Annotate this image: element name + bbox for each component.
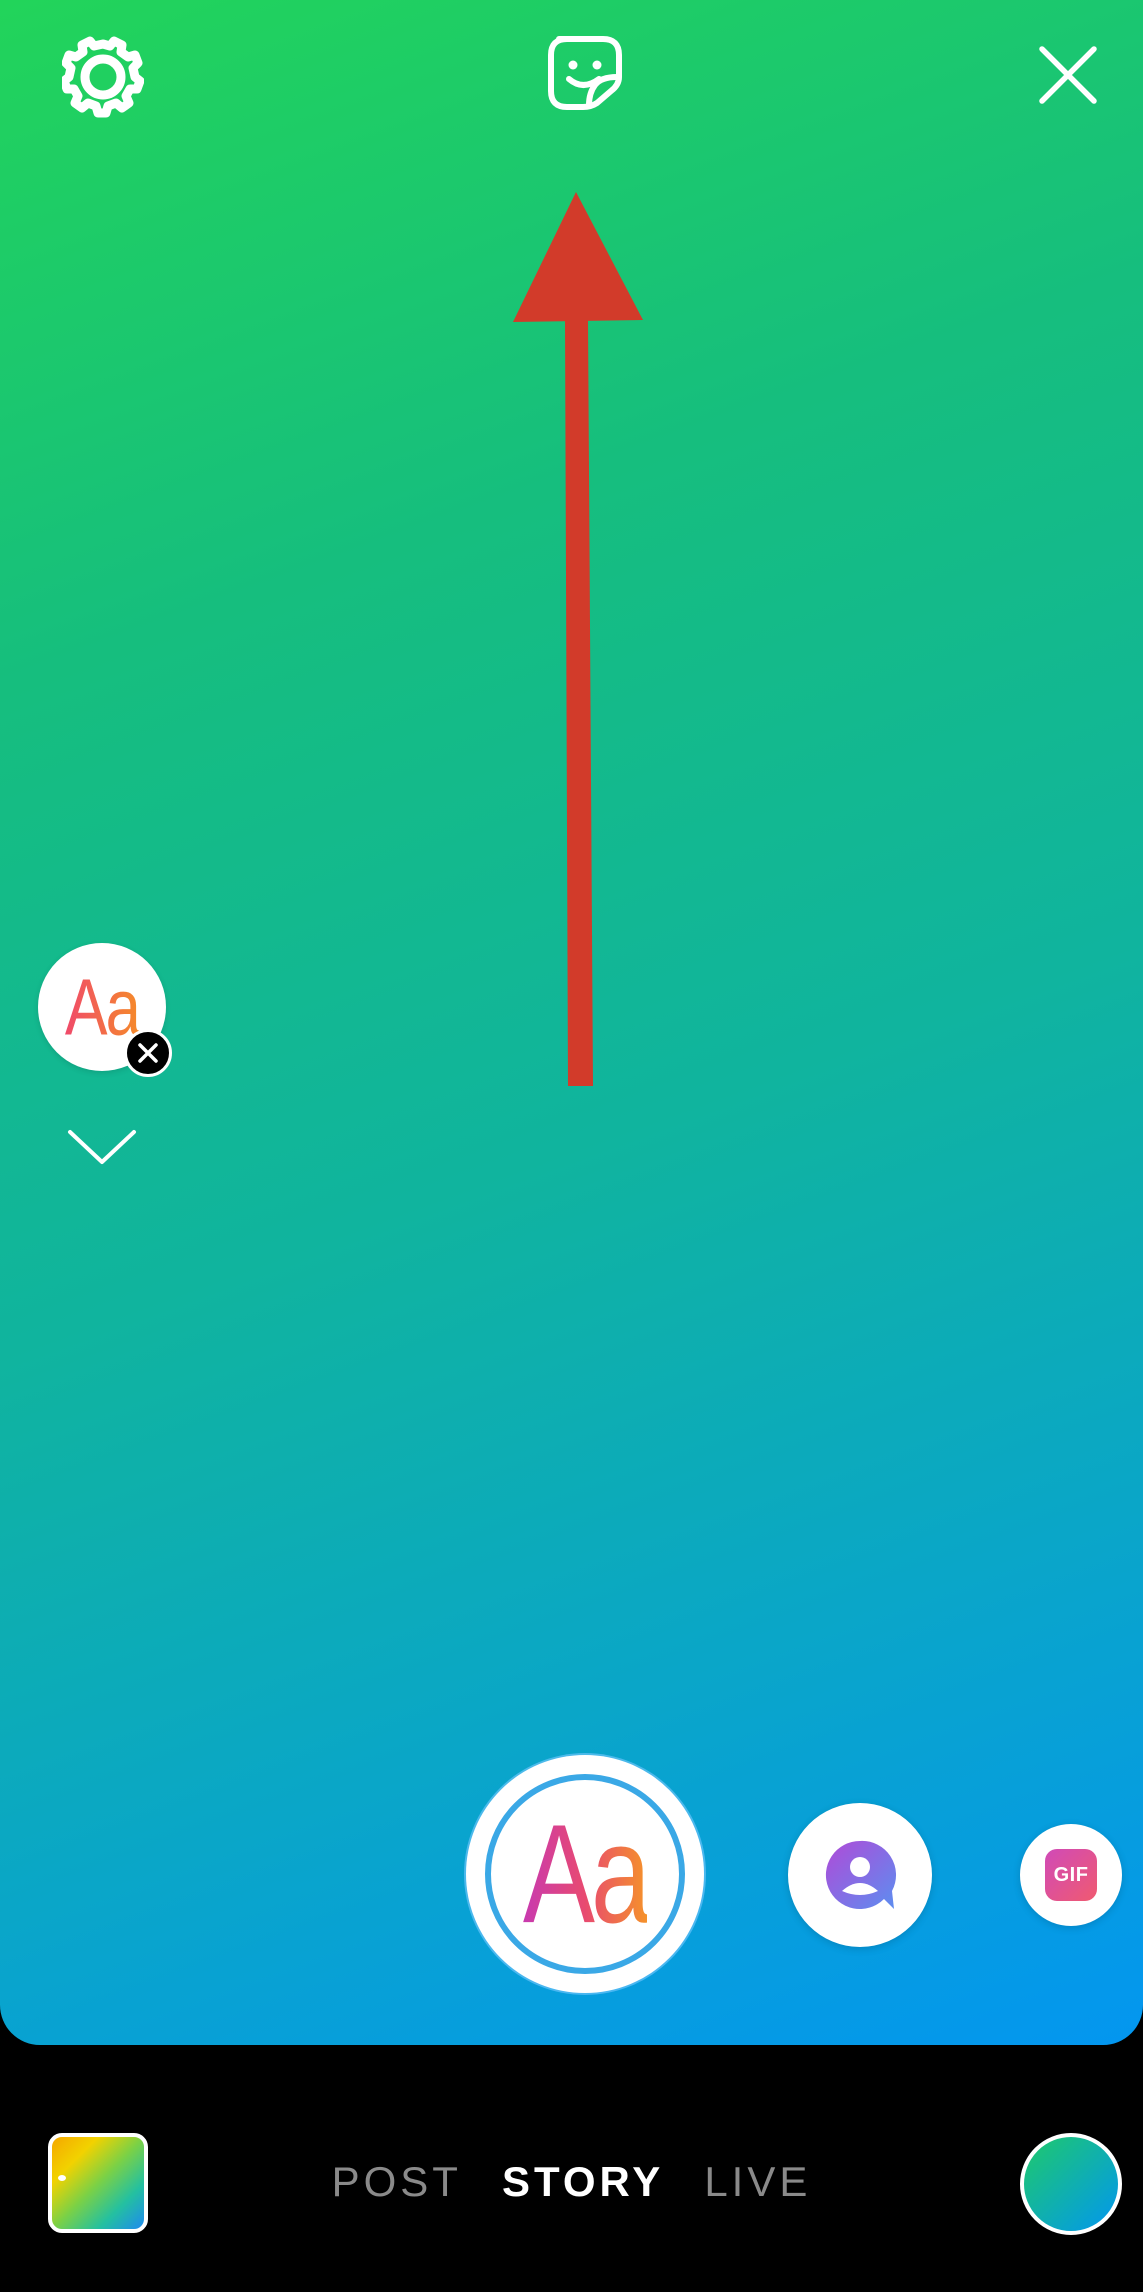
create-text-button[interactable]: Aa [466,1755,704,1993]
mention-icon [825,1840,897,1909]
red-arrow-annotation [513,192,643,1086]
close-icon [138,1043,158,1063]
settings-button[interactable] [58,32,148,122]
chevron-down-icon[interactable] [62,1122,142,1172]
close-button[interactable] [1025,32,1110,117]
mode-live[interactable]: LIVE [704,2158,811,2206]
create-label: Aa [522,1794,651,1952]
mode-post[interactable]: POST [332,2158,462,2206]
mention-button[interactable] [788,1803,932,1947]
arrow-head [513,192,643,322]
mode-story[interactable]: STORY [502,2158,664,2206]
sticker-button[interactable] [540,28,630,118]
remove-tool-button[interactable] [124,1029,172,1077]
background-color-button[interactable] [1020,2133,1122,2235]
close-icon [1038,45,1097,104]
create-ring: Aa [485,1774,685,1974]
sticker-smile-icon [548,36,622,110]
story-canvas[interactable]: Aa Aa GIF [0,0,1143,2045]
mode-selector: POST STORY LIVE [0,2152,1143,2212]
gif-label: GIF [1045,1849,1097,1901]
arrow-shaft [565,320,593,1086]
gear-icon [62,36,144,118]
text-tool-label: Aa [64,962,141,1052]
gif-button[interactable]: GIF [1020,1824,1122,1926]
